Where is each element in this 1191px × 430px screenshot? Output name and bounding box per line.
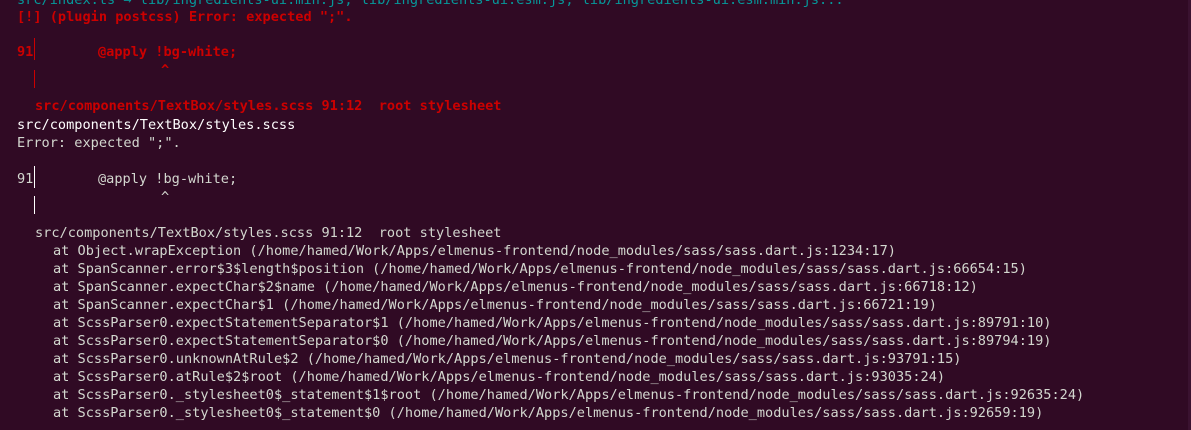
code-frame-line-number: 91 xyxy=(17,171,34,187)
error-message: Error: expected ";". xyxy=(17,135,181,151)
code-frame-source: @apply !bg-white; xyxy=(98,44,238,60)
code-frame-line-number: 91 xyxy=(17,44,34,60)
stack-frame: at SpanScanner.error$3$length$position (… xyxy=(53,261,1027,277)
stack-frame: at ScssParser0.unknownAtRule$2 (/home/ha… xyxy=(53,351,962,367)
stack-frame: at ScssParser0.atRule$2$root (/home/hame… xyxy=(53,369,946,385)
stack-frame: at ScssParser0.expectStatementSeparator$… xyxy=(53,333,1052,349)
code-frame-gutter xyxy=(34,70,35,88)
terminal-window[interactable]: src/index.ts → lib/ingredients-ui.min.js… xyxy=(0,0,1191,430)
stack-frame: at Object.wrapException (/home/hamed/Wor… xyxy=(53,243,896,259)
error-location-line: src/components/TextBox/styles.scss 91:12… xyxy=(35,225,502,241)
code-frame-caret: ^ xyxy=(161,189,170,205)
stack-frame: at ScssParser0._stylesheet0$_statement$1… xyxy=(53,387,1085,403)
plugin-error-line: [!] (plugin postcss) Error: expected ";"… xyxy=(17,9,353,25)
stack-frame: at ScssParser0.expectStatementSeparator$… xyxy=(53,315,1052,331)
stack-frame: at SpanScanner.expectChar$2$name (/home/… xyxy=(53,279,978,295)
code-frame-caret: ^ xyxy=(161,62,170,78)
code-frame-source: @apply !bg-white; xyxy=(98,171,238,187)
code-frame-gutter xyxy=(34,196,35,214)
error-location-line: src/components/TextBox/styles.scss 91:12… xyxy=(35,98,502,114)
stack-frame: at ScssParser0._stylesheet0$_statement$0… xyxy=(53,405,1044,421)
code-frame-gutter xyxy=(34,38,35,60)
stack-frame: at SpanScanner.expectChar$1 (/home/hamed… xyxy=(53,297,937,313)
error-file-path: src/components/TextBox/styles.scss xyxy=(17,117,296,133)
code-frame-gutter xyxy=(34,166,35,188)
